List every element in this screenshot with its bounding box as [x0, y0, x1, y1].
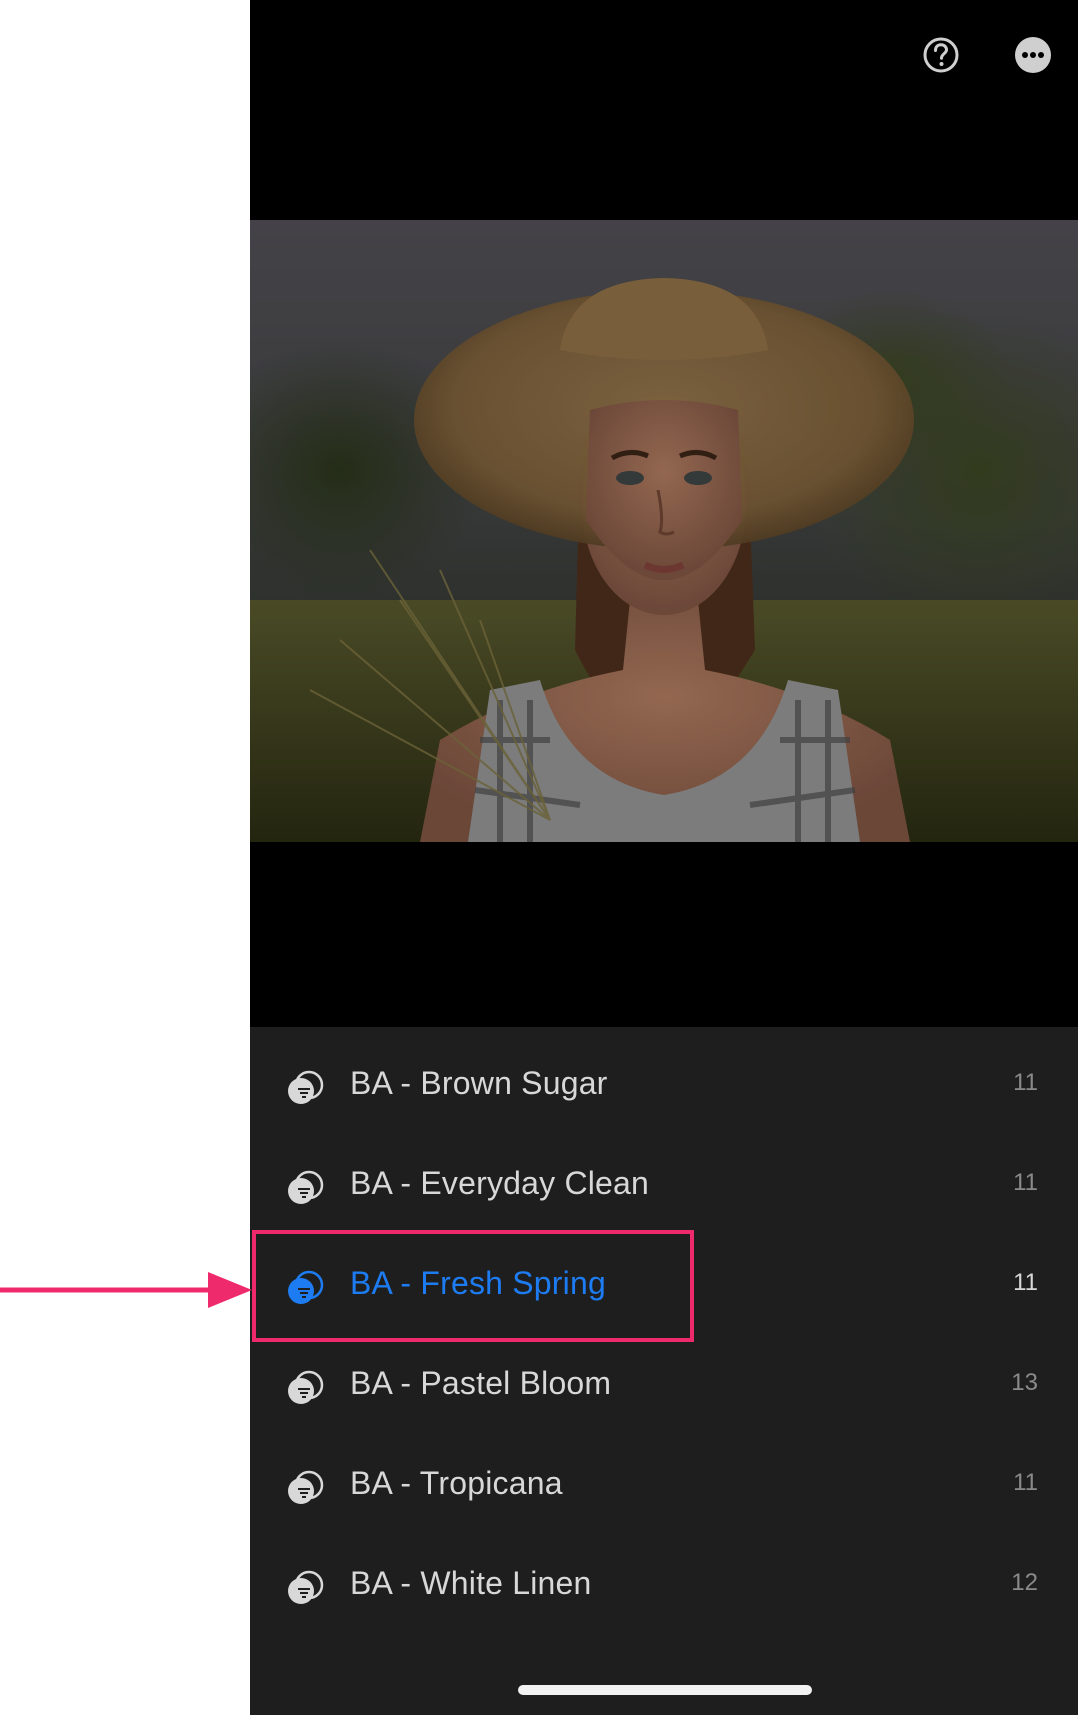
preset-item-fresh-spring[interactable]: BA - Fresh Spring 11 [250, 1237, 1078, 1337]
home-indicator [518, 1685, 812, 1695]
preset-icon [288, 1470, 324, 1504]
lightroom-presets-screen: BA - Brown Sugar 11 BA - Everyday Clean … [250, 0, 1078, 1715]
preset-item-everyday-clean[interactable]: BA - Everyday Clean 11 [250, 1137, 1078, 1237]
photo-preview [250, 220, 1078, 842]
annotation-arrow-icon [0, 1272, 252, 1308]
preset-count: 12 [1011, 1569, 1038, 1596]
preset-icon [288, 1070, 324, 1104]
preset-icon [288, 1370, 324, 1404]
more-ellipsis-icon[interactable] [1014, 36, 1052, 74]
help-circle-icon[interactable] [922, 36, 960, 74]
preset-label: BA - Pastel Bloom [350, 1365, 612, 1401]
preset-count: 11 [1013, 1269, 1038, 1296]
preset-item-pastel-bloom[interactable]: BA - Pastel Bloom 13 [250, 1337, 1078, 1437]
preset-count: 11 [1013, 1169, 1038, 1196]
preset-label: BA - White Linen [350, 1565, 592, 1601]
preset-item-white-linen[interactable]: BA - White Linen 12 [250, 1537, 1078, 1637]
preset-label: BA - Tropicana [350, 1465, 563, 1501]
preset-item-tropicana[interactable]: BA - Tropicana 11 [250, 1437, 1078, 1537]
preset-count: 11 [1013, 1069, 1038, 1096]
top-toolbar [250, 0, 1078, 110]
left-blank-area [0, 0, 250, 1715]
preset-icon-selected [288, 1270, 324, 1304]
preset-label: BA - Brown Sugar [350, 1065, 608, 1101]
preset-icon [288, 1170, 324, 1204]
preset-label: BA - Fresh Spring [350, 1265, 606, 1301]
preset-count: 13 [1011, 1369, 1038, 1396]
page: BA - Brown Sugar 11 BA - Everyday Clean … [0, 0, 1078, 1715]
preset-item-brown-sugar[interactable]: BA - Brown Sugar 11 [250, 1037, 1078, 1137]
photo-image [250, 220, 1078, 842]
preset-count: 11 [1013, 1469, 1038, 1496]
preset-icon [288, 1570, 324, 1604]
preset-label: BA - Everyday Clean [350, 1165, 650, 1201]
preset-group-list: BA - Brown Sugar 11 BA - Everyday Clean … [250, 1027, 1078, 1715]
